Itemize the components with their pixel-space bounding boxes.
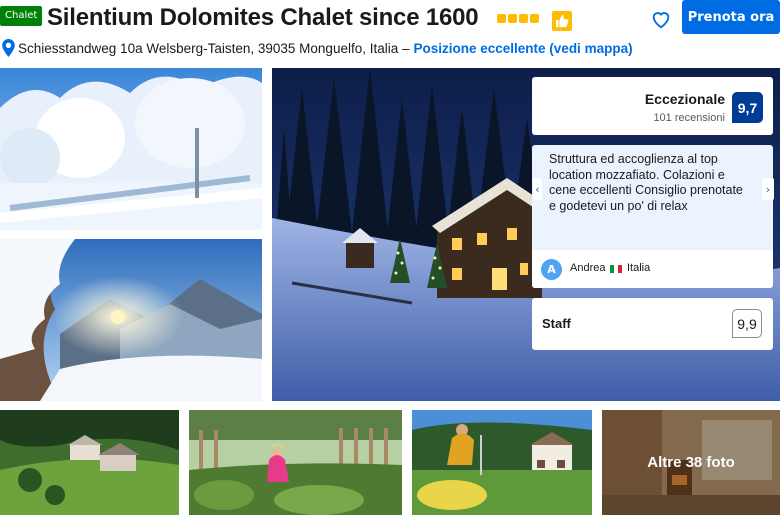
star-icon: [497, 14, 506, 23]
address-text: Schiesstandweg 10a Welsberg-Taisten, 390…: [18, 40, 410, 56]
rating-word: Eccezionale: [644, 91, 725, 107]
italy-flag-icon: [610, 265, 622, 273]
property-type-badge: Chalet: [0, 6, 43, 26]
chevron-left-icon[interactable]: ‹: [533, 178, 542, 200]
location-map-link[interactable]: Posizione eccellente (vedi mappa): [414, 41, 633, 56]
chevron-right-icon[interactable]: ›: [762, 178, 774, 200]
staff-score-badge: 9,9: [732, 309, 762, 338]
photo-interior-more[interactable]: Altre 38 foto: [602, 410, 780, 515]
address-row: Schiesstandweg 10a Welsberg-Taisten, 390…: [2, 39, 633, 57]
avatar: A: [541, 259, 562, 280]
reviewer-country: Italia: [627, 262, 651, 274]
reviewer-name: Andrea: [570, 262, 606, 274]
pin-icon: [2, 39, 15, 57]
photo-snowy-trees[interactable]: [0, 68, 262, 230]
thumbs-up-icon[interactable]: [552, 11, 572, 31]
photo-mountain-sunrise[interactable]: [0, 239, 262, 401]
more-photos-overlay[interactable]: Altre 38 foto: [602, 410, 780, 515]
star-icon: [519, 14, 528, 23]
staff-label: Staff: [542, 316, 571, 331]
review-card: ‹ Struttura ed accoglienza al top locati…: [532, 145, 774, 288]
rating-score-badge: 9,7: [732, 92, 763, 123]
star-rating: [497, 14, 539, 23]
rating-card[interactable]: Eccezionale 101 recensioni 9,7: [532, 77, 773, 135]
photo-garden-woman[interactable]: [189, 410, 402, 515]
page-title: Silentium Dolomites Chalet since 1600: [47, 4, 479, 31]
book-now-button[interactable]: Prenota ora: [682, 0, 780, 34]
heart-icon[interactable]: [650, 8, 672, 30]
staff-score-card: Staff 9,9: [532, 298, 773, 350]
photo-chalet-meadow[interactable]: [0, 410, 179, 515]
review-count: 101 recensioni: [653, 112, 725, 124]
review-author: A Andrea Italia: [532, 250, 773, 288]
star-icon: [508, 14, 517, 23]
photo-garden-chalet[interactable]: [412, 410, 592, 515]
star-icon: [530, 14, 539, 23]
review-text: Struttura ed accoglienza al top location…: [549, 152, 743, 213]
